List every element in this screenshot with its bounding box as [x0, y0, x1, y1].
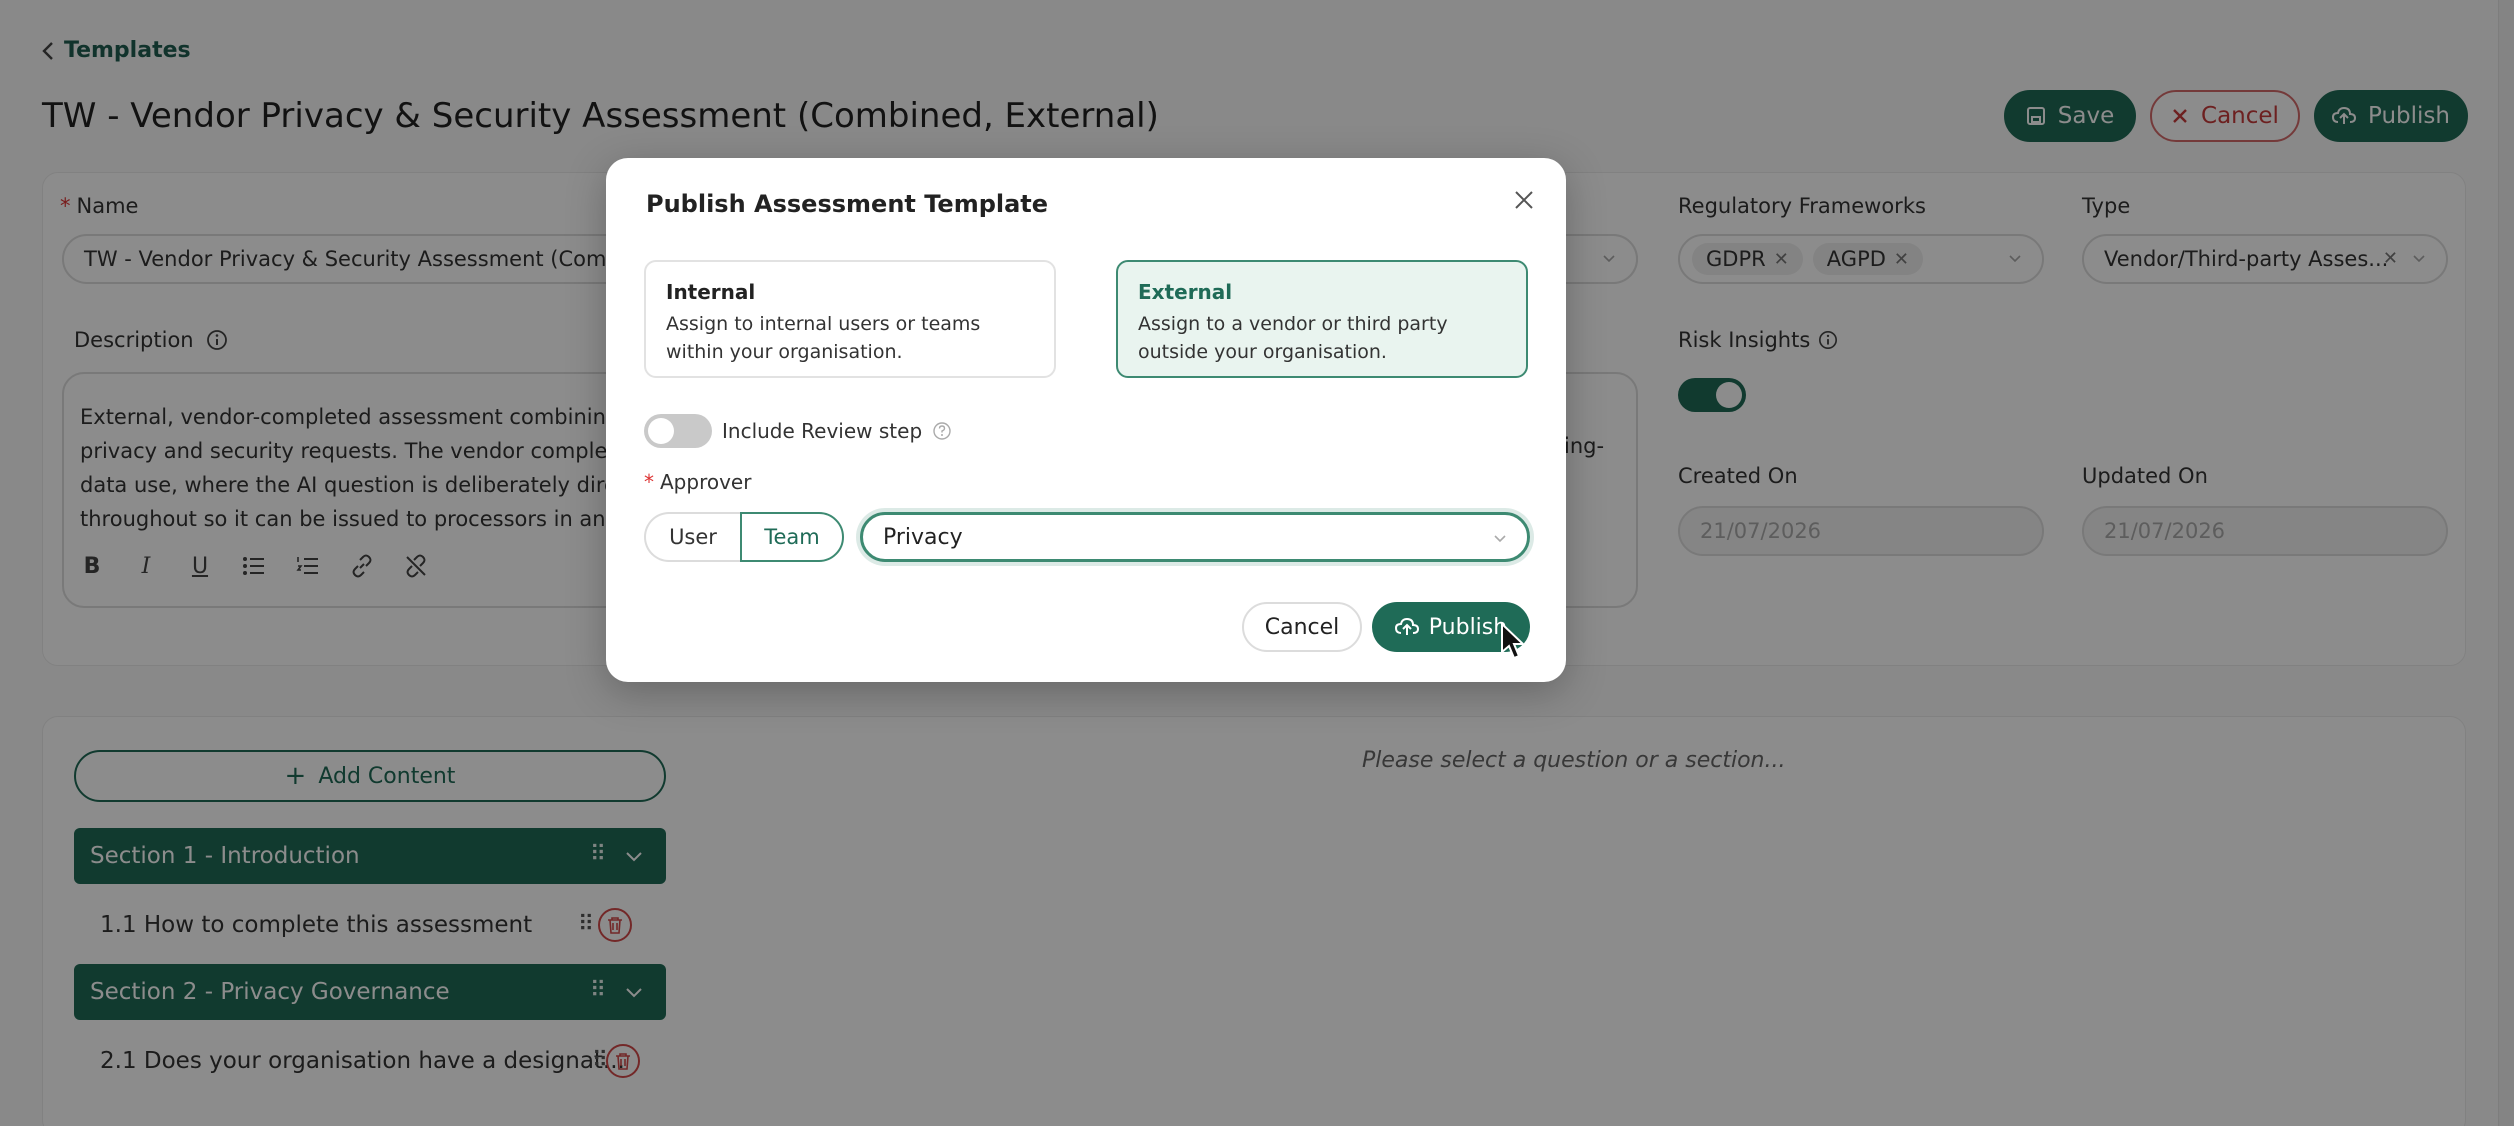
approver-label: * Approver — [644, 470, 752, 494]
chevron-down-icon — [1494, 535, 1506, 543]
approver-team-select[interactable]: Privacy — [860, 512, 1530, 562]
review-step-row: Include Review step — [644, 414, 952, 448]
modal-title: Publish Assessment Template — [646, 190, 1049, 218]
close-icon[interactable] — [1512, 188, 1536, 212]
modal-publish-label: Publish — [1428, 614, 1508, 640]
publish-assessment-modal: Publish Assessment Template Internal Ass… — [606, 158, 1566, 682]
external-option-desc: Assign to a vendor or third party outsid… — [1138, 313, 1448, 363]
review-step-label: Include Review step — [722, 419, 923, 443]
external-option-title: External — [1138, 280, 1233, 304]
approver-team-tab[interactable]: Team — [740, 512, 844, 562]
cloud-upload-icon — [1394, 617, 1419, 635]
toggle-knob — [648, 418, 674, 444]
help-icon[interactable] — [932, 421, 952, 441]
internal-option-title: Internal — [666, 280, 756, 304]
approver-value: Privacy — [883, 524, 963, 550]
modal-cancel-button[interactable]: Cancel — [1242, 602, 1362, 652]
approver-user-tab[interactable]: User — [644, 512, 740, 562]
approver-type-toggle: User Team — [644, 512, 844, 562]
review-step-toggle[interactable] — [644, 414, 712, 448]
internal-option[interactable]: Internal Assign to internal users or tea… — [644, 260, 1056, 378]
mouse-cursor-icon — [1501, 622, 1526, 660]
external-option[interactable]: External Assign to a vendor or third par… — [1116, 260, 1528, 378]
internal-option-desc: Assign to internal users or teams within… — [666, 313, 981, 363]
